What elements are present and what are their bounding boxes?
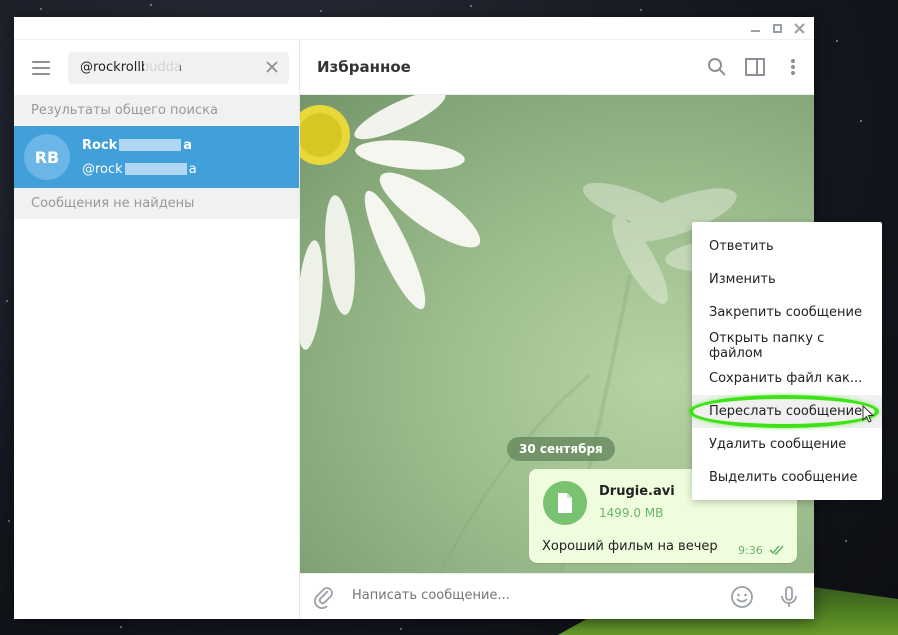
message-composer	[300, 573, 814, 619]
result-name: Rock a	[82, 137, 193, 153]
more-vertical-icon	[791, 59, 795, 75]
mouse-cursor-icon	[862, 405, 874, 423]
more-button[interactable]	[782, 56, 804, 78]
chat-title[interactable]: Избранное	[317, 58, 411, 76]
global-results-label: Результаты общего поиска	[14, 95, 299, 126]
messages-not-found-label: Сообщения не найдены	[14, 188, 299, 219]
panel-icon	[745, 58, 765, 76]
file-size: 1499.0 MB	[599, 506, 664, 520]
title-bar	[14, 17, 814, 40]
menu-item-save-as[interactable]: Сохранить файл как...	[692, 362, 882, 395]
message-text: Хороший фильм на вечер	[542, 539, 718, 554]
attach-icon[interactable]	[312, 585, 336, 609]
menu-item-open-folder[interactable]: Открыть папку с файлом	[692, 329, 882, 362]
date-separator: 30 сентября	[507, 437, 615, 461]
menu-item-select[interactable]: Выделить сообщение	[692, 461, 882, 494]
redaction-blur	[124, 163, 187, 175]
menu-icon[interactable]	[32, 60, 50, 75]
menu-item-forward[interactable]: Переслать сообщение	[692, 395, 882, 428]
emoji-icon[interactable]	[730, 585, 754, 609]
menu-item-delete[interactable]: Удалить сообщение	[692, 428, 882, 461]
search-result-row[interactable]: RB Rock a @rock a	[14, 126, 299, 188]
close-button[interactable]	[790, 20, 808, 36]
double-check-icon	[769, 545, 784, 556]
file-download-button[interactable]	[543, 481, 587, 525]
minimize-button[interactable]	[746, 20, 764, 36]
redaction-blur	[144, 60, 180, 75]
search-box	[68, 51, 289, 84]
sidebar-toggle-button[interactable]	[744, 56, 766, 78]
clear-search-icon[interactable]	[263, 58, 281, 76]
message-context-menu: Ответить Изменить Закрепить сообщение От…	[692, 222, 882, 500]
sidebar: Результаты общего поиска RB Rocka @rocka…	[14, 40, 300, 619]
file-icon	[558, 493, 572, 513]
result-handle: @rock a	[82, 161, 197, 177]
search-icon	[708, 58, 726, 76]
redaction-blur	[119, 139, 182, 151]
message-input[interactable]	[352, 588, 652, 603]
avatar: RB	[24, 134, 70, 180]
menu-item-edit[interactable]: Изменить	[692, 263, 882, 296]
microphone-icon[interactable]	[777, 585, 801, 609]
maximize-button[interactable]	[768, 20, 786, 36]
chat-header: Избранное	[300, 40, 814, 95]
close-icon	[793, 22, 805, 34]
sidebar-topbar	[14, 40, 299, 95]
file-name[interactable]: Drugie.avi	[599, 484, 675, 499]
search-button[interactable]	[706, 56, 728, 78]
message-time: 9:36	[738, 544, 763, 557]
menu-item-pin[interactable]: Закрепить сообщение	[692, 296, 882, 329]
menu-item-reply[interactable]: Ответить	[692, 230, 882, 263]
